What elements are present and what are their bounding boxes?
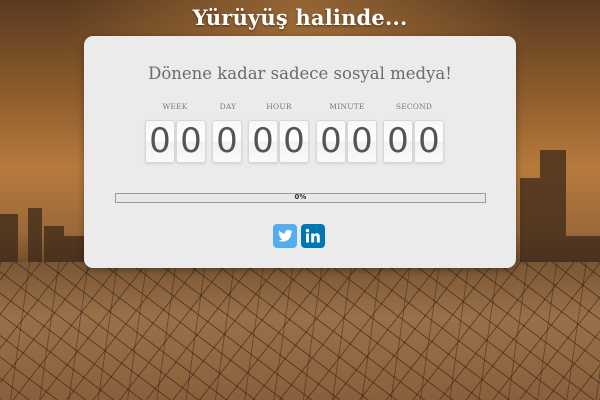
progress-text: 0% — [294, 193, 307, 201]
city-silhouette — [540, 150, 566, 262]
hour-digit: 0 — [279, 120, 309, 163]
card-subtitle: Dönene kadar sadece sosyal medya! — [148, 64, 452, 83]
progress-bar: 0% — [115, 193, 486, 203]
countdown-card: Dönene kadar sadece sosyal medya! WEEK D… — [84, 36, 516, 268]
twitter-icon — [278, 229, 293, 242]
second-digit: 0 — [383, 120, 413, 163]
week-digit: 0 — [145, 120, 175, 163]
week-digit: 0 — [176, 120, 206, 163]
city-silhouette — [520, 178, 540, 262]
day-digit: 0 — [212, 120, 242, 163]
second-digit: 0 — [414, 120, 444, 163]
hour-digit: 0 — [248, 120, 278, 163]
linkedin-share-button[interactable] — [301, 224, 325, 248]
page-title: Yürüyüş halinde... — [192, 5, 408, 30]
hour-label: HOUR — [266, 102, 292, 111]
city-silhouette — [64, 236, 84, 262]
cracked-earth-background — [0, 262, 600, 400]
city-silhouette — [44, 226, 64, 262]
city-silhouette — [566, 236, 600, 262]
minute-label: MINUTE — [329, 102, 365, 111]
linkedin-icon — [305, 228, 320, 243]
minute-digit: 0 — [347, 120, 377, 163]
city-silhouette — [28, 208, 42, 262]
twitter-share-button[interactable] — [273, 224, 297, 248]
second-label: SECOND — [395, 102, 433, 111]
week-label: WEEK — [162, 102, 188, 111]
day-label: DAY — [219, 102, 237, 111]
city-silhouette — [0, 214, 18, 262]
minute-digit: 0 — [316, 120, 346, 163]
